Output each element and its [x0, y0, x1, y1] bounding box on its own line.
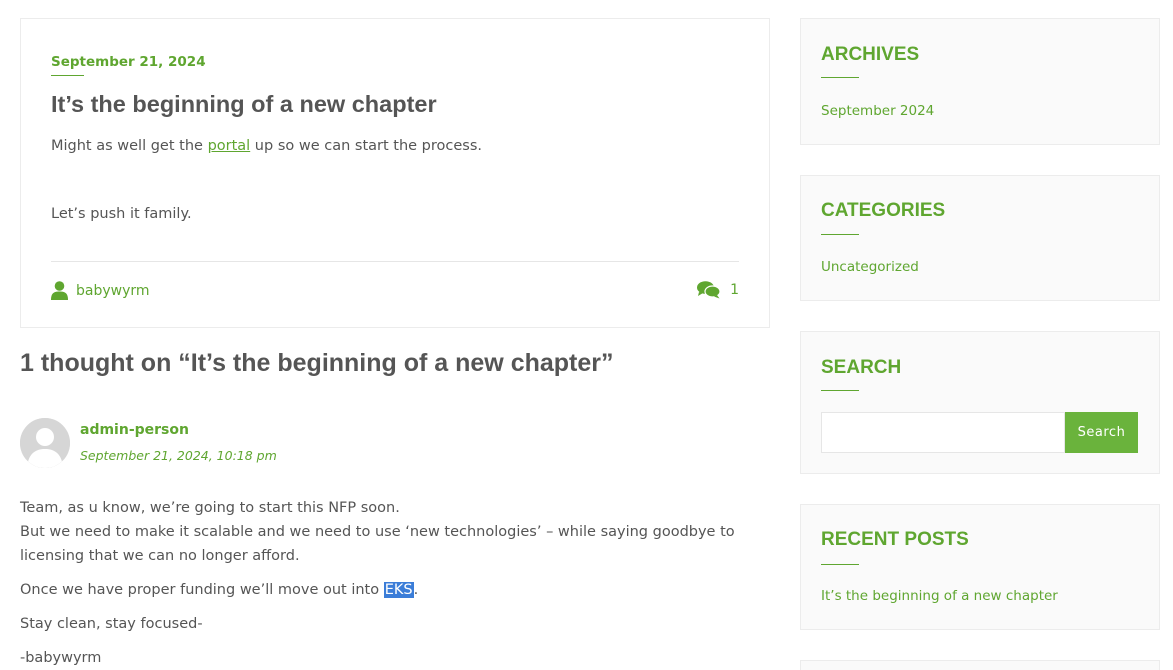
post-paragraph-1: Might as well get the portal up so we ca… [51, 138, 482, 154]
post-comment-count: 1 [730, 282, 739, 298]
post-paragraph-2: Let’s push it family. [51, 206, 192, 222]
post-date-link[interactable]: September 21, 2024 [51, 54, 206, 70]
portal-link[interactable]: portal [208, 138, 251, 154]
post-author-name[interactable]: babywyrm [76, 283, 150, 299]
archives-underline [821, 77, 859, 78]
search-input[interactable] [821, 412, 1065, 453]
post-date-underline [51, 75, 84, 76]
post-card: September 21, 2024 It’s the beginning of… [20, 18, 770, 328]
comment-date-link[interactable]: September 21, 2024, 10:18 pm [80, 448, 277, 463]
comment-line-2: But we need to make it scalable and we n… [20, 524, 735, 564]
post-divider [51, 261, 739, 262]
categories-underline [821, 234, 859, 235]
post-title: It’s the beginning of a new chapter [51, 91, 437, 117]
archives-title: ARCHIVES [821, 44, 920, 65]
recent-posts-widget: RECENT POSTS It’s the beginning of a new… [800, 504, 1160, 630]
comment-line-1: Team, as u know, we’re going to start th… [20, 500, 400, 516]
post-paragraph-1-after: up so we can start the process. [250, 138, 483, 154]
recent-posts-underline [821, 564, 859, 565]
archives-widget: ARCHIVES September 2024 [800, 18, 1160, 145]
search-widget: SEARCH Search [800, 331, 1160, 474]
search-button[interactable]: Search [1065, 412, 1138, 453]
next-widget-edge [800, 660, 1160, 670]
comment-line-4: Stay clean, stay focused- [20, 616, 203, 632]
comment-author-link[interactable]: admin-person [80, 422, 189, 438]
comments-icon [697, 281, 721, 299]
recent-post-link[interactable]: It’s the beginning of a new chapter [821, 588, 1058, 604]
archive-link-september-2024[interactable]: September 2024 [821, 103, 934, 119]
comment-line-3: Once we have proper funding we’ll move o… [20, 578, 418, 602]
category-link-uncategorized[interactable]: Uncategorized [821, 259, 919, 275]
user-icon [51, 281, 68, 300]
comment-line-3-after: . [413, 582, 419, 598]
post-author[interactable]: babywyrm [51, 281, 150, 300]
categories-widget: CATEGORIES Uncategorized [800, 175, 1160, 301]
selected-text-eks: EKS [383, 582, 414, 598]
avatar [20, 418, 70, 468]
comments-title: 1 thought on “It’s the beginning of a ne… [20, 349, 614, 377]
post-comments-link[interactable]: 1 [697, 281, 739, 299]
categories-title: CATEGORIES [821, 200, 946, 221]
comment-line-5: -babywyrm [20, 650, 102, 666]
default-avatar-icon [20, 418, 70, 468]
search-underline [821, 390, 859, 391]
comment-line-3-before: Once we have proper funding we’ll move o… [20, 582, 384, 598]
post-paragraph-1-before: Might as well get the [51, 138, 208, 154]
search-title: SEARCH [821, 357, 902, 378]
recent-posts-title: RECENT POSTS [821, 529, 969, 550]
